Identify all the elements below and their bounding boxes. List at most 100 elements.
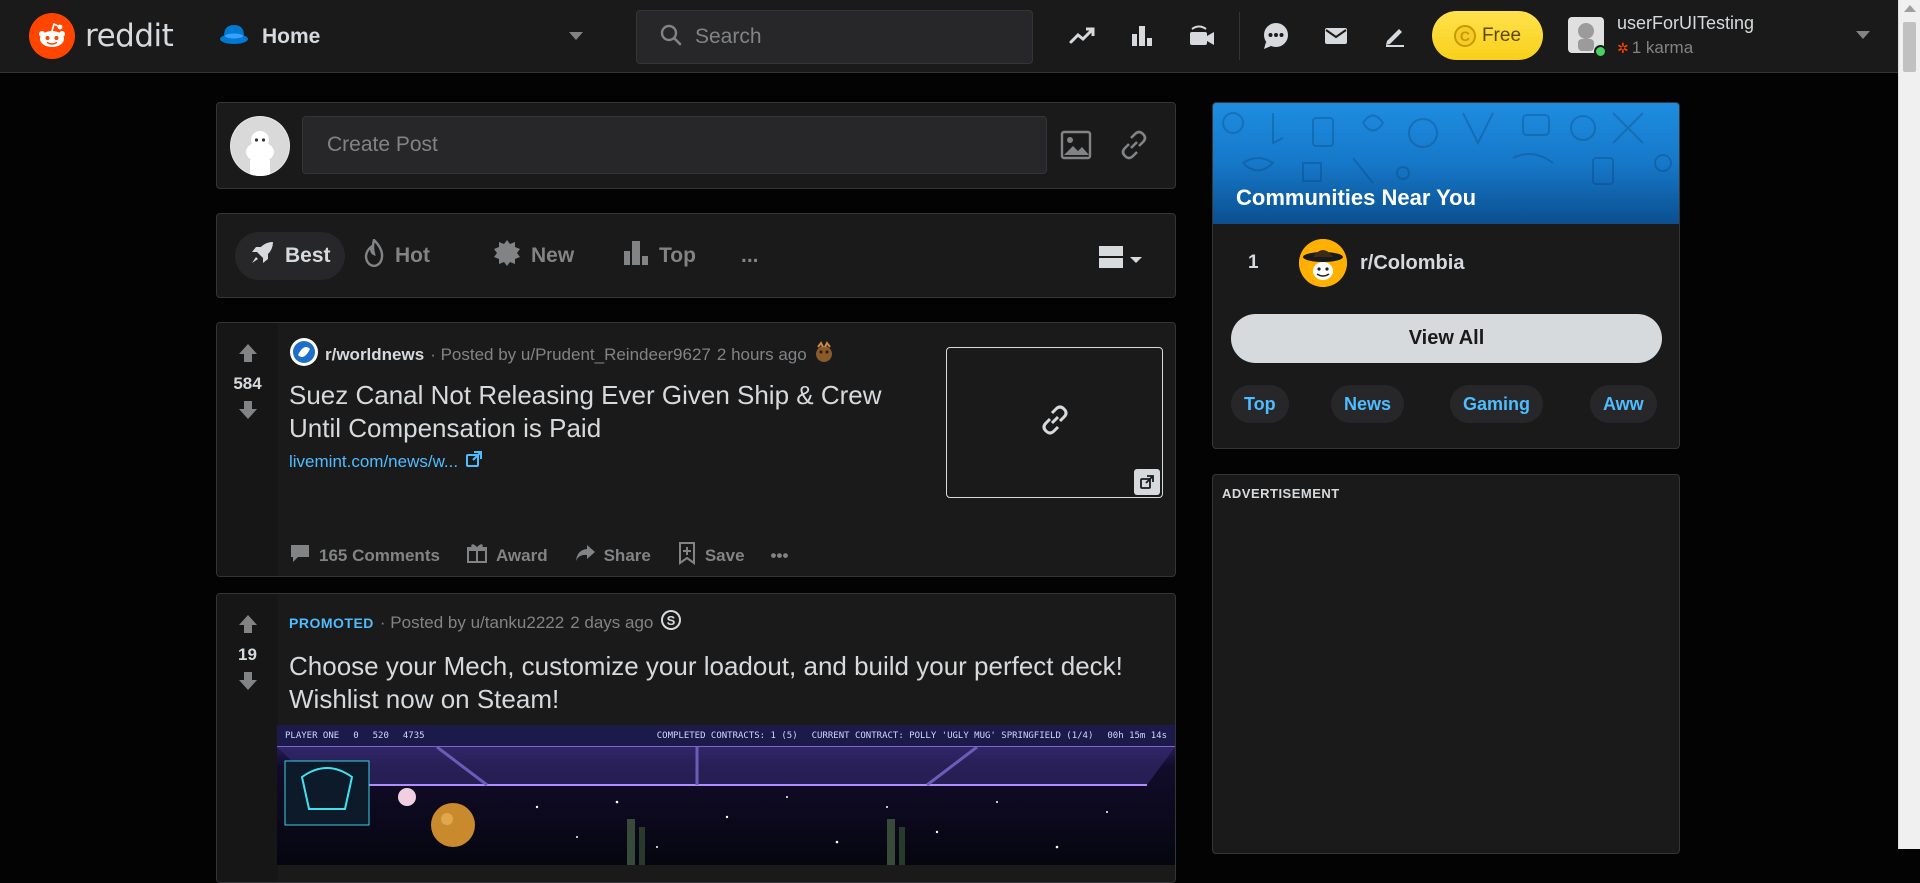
sort-hot-label: Hot xyxy=(395,244,430,267)
rpan-video-icon[interactable] xyxy=(1186,20,1218,52)
create-post-input[interactable]: Create Post xyxy=(302,116,1047,174)
post-card[interactable]: 584 r/worldnews · Posted by u/Prudent_Re… xyxy=(216,322,1176,577)
comments-button[interactable]: 165 Comments xyxy=(289,542,440,569)
save-button[interactable]: Save xyxy=(677,541,745,570)
advertisement-label: ADVERTISEMENT xyxy=(1222,486,1340,501)
vote-column: 19 xyxy=(217,594,278,882)
save-label: Save xyxy=(704,545,745,565)
link-icon[interactable] xyxy=(1117,128,1151,167)
chevron-down-icon xyxy=(1130,256,1142,263)
trending-icon[interactable] xyxy=(1066,20,1098,52)
burst-icon xyxy=(493,239,521,273)
award-button[interactable]: Award xyxy=(466,542,548,569)
post-thumbnail[interactable] xyxy=(946,347,1163,498)
view-all-button[interactable]: View All xyxy=(1231,314,1662,363)
top-chart-icon xyxy=(623,239,649,273)
sort-best-label: Best xyxy=(285,244,331,267)
subreddit-link[interactable]: r/worldnews xyxy=(325,345,424,365)
karma-count: ✲ 1 karma xyxy=(1617,38,1693,58)
promoted-game-image[interactable]: PLAYER ONE 0 520 4735 COMPLETED CONTRACT… xyxy=(277,725,1175,865)
chevron-down-icon xyxy=(1856,31,1870,39)
scrollbar-thumb[interactable] xyxy=(1903,22,1916,72)
upvote-icon[interactable] xyxy=(236,612,260,641)
promoted-post-card[interactable]: 19 PROMOTED · Posted by u/tanku2222 2 da… xyxy=(216,593,1176,883)
community-rank: 1 xyxy=(1248,252,1259,273)
sort-hot[interactable]: Hot xyxy=(349,232,444,280)
post-time[interactable]: 2 hours ago xyxy=(717,345,807,365)
reddit-logo[interactable]: reddit xyxy=(29,13,174,59)
share-button[interactable]: Share xyxy=(574,542,651,569)
username: userForUITesting xyxy=(1617,13,1755,33)
share-icon xyxy=(574,542,596,569)
game-hud: PLAYER ONE 0 520 4735 COMPLETED CONTRACT… xyxy=(277,725,1175,747)
vote-column: 584 xyxy=(217,323,278,576)
hud-current: CURRENT CONTRACT: POLLY 'UGLY MUG' SPRIN… xyxy=(811,730,1094,741)
hud-stat-c: 4735 xyxy=(402,730,425,741)
steam-badge-icon: S xyxy=(659,608,683,637)
promoted-label: PROMOTED xyxy=(289,614,374,631)
post-meta: r/worldnews · Posted by u/Prudent_Reinde… xyxy=(289,337,835,372)
more-options-button[interactable]: ••• xyxy=(771,546,789,566)
subreddit-icon[interactable] xyxy=(289,337,319,372)
vote-count: 19 xyxy=(238,645,257,664)
chevron-down-icon xyxy=(569,32,583,40)
sort-new-label: New xyxy=(531,244,575,267)
home-icon xyxy=(218,22,250,53)
downvote-icon[interactable] xyxy=(236,669,260,698)
community-avatar xyxy=(1299,239,1347,287)
post-time[interactable]: 2 days ago xyxy=(570,613,653,633)
hud-stat-b: 520 xyxy=(372,730,389,741)
view-layout-dropdown[interactable] xyxy=(1098,244,1142,275)
sort-new[interactable]: New xyxy=(479,232,588,280)
community-name[interactable]: r/Colombia xyxy=(1360,252,1464,275)
tag-news[interactable]: News xyxy=(1331,385,1405,423)
hud-stat-a: 0 xyxy=(353,730,359,741)
post-title[interactable]: Choose your Mech, customize your loadout… xyxy=(289,650,1149,716)
gift-icon xyxy=(466,542,488,569)
tag-gaming[interactable]: Gaming xyxy=(1450,385,1544,423)
search-input[interactable] xyxy=(695,25,995,49)
mail-icon[interactable] xyxy=(1320,20,1352,52)
hud-player: PLAYER ONE xyxy=(285,730,340,741)
sort-best[interactable]: Best xyxy=(235,232,345,280)
downvote-icon[interactable] xyxy=(236,398,260,427)
free-label: Free xyxy=(1481,24,1522,46)
post-title[interactable]: Suez Canal Not Releasing Ever Given Ship… xyxy=(289,379,929,445)
advertisement-widget: ADVERTISEMENT xyxy=(1212,474,1680,854)
user-menu[interactable]: userForUITesting ✲ 1 karma xyxy=(1568,13,1874,61)
sort-more-button[interactable]: ... xyxy=(727,232,773,280)
search-bar[interactable] xyxy=(636,10,1033,64)
reddit-wordmark: reddit xyxy=(85,18,174,54)
avatar[interactable] xyxy=(230,116,290,176)
image-upload-icon[interactable] xyxy=(1059,128,1093,167)
external-link-icon[interactable] xyxy=(1134,469,1160,495)
svg-text:S: S xyxy=(667,613,676,628)
free-coins-button[interactable]: C Free xyxy=(1432,11,1543,60)
sort-bar: Best Hot New Top ... xyxy=(216,213,1176,298)
create-post-pencil-icon[interactable] xyxy=(1379,20,1411,52)
sort-top[interactable]: Top xyxy=(609,232,710,280)
page-scrollbar[interactable] xyxy=(1898,0,1920,849)
communities-title: Communities Near You xyxy=(1236,185,1477,210)
tag-aww[interactable]: Aww xyxy=(1590,385,1657,423)
post-link[interactable]: livemint.com/news/w... xyxy=(289,451,483,472)
posted-by[interactable]: · Posted by u/Prudent_Reindeer9627 xyxy=(430,345,711,365)
header-divider xyxy=(1239,12,1240,60)
home-dropdown[interactable]: Home xyxy=(218,18,595,56)
rocket-icon xyxy=(249,240,275,272)
reddit-alien-icon xyxy=(29,13,75,59)
scroll-up-arrow-icon[interactable] xyxy=(1904,5,1916,12)
community-row[interactable]: 1 r/Colombia xyxy=(1213,237,1679,289)
popular-icon[interactable] xyxy=(1126,20,1158,52)
upvote-icon[interactable] xyxy=(236,341,260,370)
chat-icon[interactable] xyxy=(1260,20,1292,52)
external-link-icon xyxy=(466,451,483,472)
post-meta: PROMOTED · Posted by u/tanku2222 2 days … xyxy=(289,608,683,637)
card-view-icon xyxy=(1098,244,1124,275)
vote-count: 584 xyxy=(233,374,262,393)
posted-by[interactable]: · Posted by u/tanku2222 xyxy=(380,613,564,633)
communities-widget: Communities Near You 1 r/Colombia View A… xyxy=(1212,102,1680,449)
flame-icon xyxy=(363,237,385,273)
karma-icon: ✲ xyxy=(1617,39,1629,56)
tag-top[interactable]: Top xyxy=(1231,385,1289,423)
